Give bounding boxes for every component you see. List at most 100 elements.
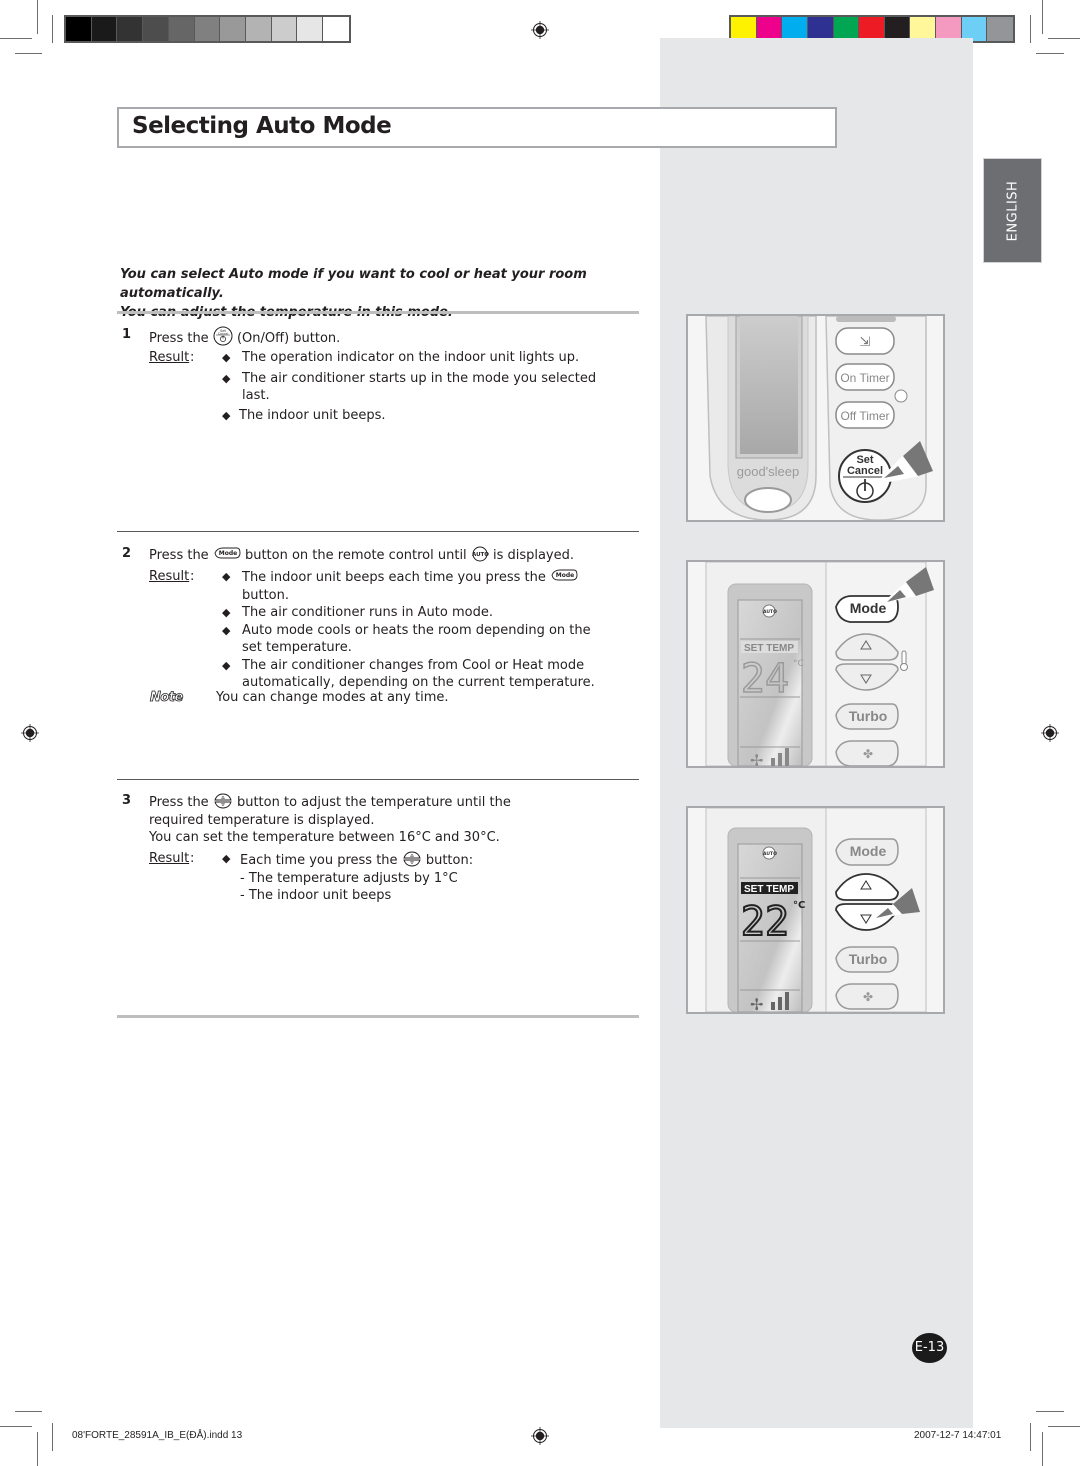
color-swatch [323,17,349,41]
result-item: ◆ Each time you press the button: [222,851,474,868]
crop-mark [0,38,32,39]
language-tab[interactable]: ENGLISH [983,158,1042,263]
grayscale-color-bar [64,15,351,43]
registration-mark-icon [1041,724,1059,742]
step-3: 3 Press the button to adjust the tempera… [120,792,640,912]
crop-mark [1048,1426,1080,1427]
temperature-up-down-icon [214,793,232,809]
crop-mark [15,1411,42,1412]
registration-mark-icon [21,724,39,742]
svg-text:AUTO: AUTO [763,609,777,615]
remote-illustration-power: good'sleep ⇲ On Timer Off Timer Set Canc… [686,314,945,522]
instruction-text: (On/Off) button. [236,331,341,346]
registration-mark-icon [531,1427,549,1445]
color-swatch [220,17,247,41]
crop-mark [1036,53,1064,54]
result-item: ◆ The air conditioner changes from Cool o… [222,657,595,691]
svg-text:Cancel: Cancel [847,465,883,477]
remote-control-image: AUTO SET TEMP 22 °C ✢ Mode Turbo ✤ [688,808,943,1012]
svg-text:Turbo: Turbo [849,951,888,967]
step-number: 2 [122,546,132,561]
step-instruction: Press the Mode button on the remote cont… [149,545,639,565]
temperature-range-text: You can set the temperature between 16°C… [149,830,500,845]
mode-button-icon: Mode [551,569,578,581]
result-list: ◆ The operation indicator on the indoor u… [222,349,622,424]
temperature-display: 24 [741,656,789,702]
remote-illustration-mode: AUTO SET TEMP 24 °C ✢ Mode Turbo ✤ [686,560,945,768]
color-swatch [117,17,144,41]
auto-mode-icon: AUTO [472,546,489,562]
crop-mark [37,0,38,34]
crop-mark [0,1426,32,1427]
svg-text:✢: ✢ [750,751,763,766]
color-swatch [297,17,324,41]
result-item: ◆ The indoor unit beeps each time you pre… [222,568,612,604]
result-list: ◆ Each time you press the button: - The t… [222,850,622,905]
svg-text:⇲: ⇲ [860,335,871,350]
note-label: Note [150,690,184,706]
step-number: 1 [122,327,132,342]
remote-control-image: AUTO SET TEMP 24 °C ✢ Mode Turbo ✤ [688,562,943,766]
instruction-text: is displayed. [492,548,575,563]
result-item: ◆ The air conditioner starts up in the mo… [222,370,597,404]
color-swatch [194,17,221,41]
instruction-text: Press the [149,331,209,346]
crop-mark [1030,15,1031,43]
result-item: ◆ The indoor unit beeps. [222,407,386,423]
color-swatch [91,17,118,41]
intro-line: You can select Auto mode if you want to … [120,267,587,301]
title-box: Selecting Auto Mode [117,107,837,148]
remote-illustration-temperature: AUTO SET TEMP 22 °C ✢ Mode Turbo ✤ [686,806,945,1014]
temperature-up-down-icon [403,851,421,867]
color-swatch [246,17,272,41]
result-label: Result [149,851,190,866]
crop-mark [1042,0,1043,34]
crop-mark [1036,1411,1064,1412]
step-1: 1 Press the Set Cancel (On/Off) button. … [120,326,640,423]
svg-text:Turbo: Turbo [849,708,888,724]
section-divider [117,531,639,532]
svg-text:✤: ✤ [863,990,873,1004]
result-item: ◆ Auto mode cools or heats the room depen… [222,622,591,656]
result-item: ◆ The air conditioner runs in Auto mode. [222,605,493,620]
svg-text:Cancel: Cancel [218,332,228,336]
crop-mark [1048,38,1080,39]
page-title: Selecting Auto Mode [132,113,392,139]
section-divider [117,779,639,780]
svg-text:Mode: Mode [219,550,237,557]
svg-text:AUTO: AUTO [763,851,777,857]
crop-mark [1042,1432,1043,1466]
color-swatch [66,17,92,41]
footer-filename: 08'FORTE_28591A_IB_E(ÐÅ).indd 13 [72,1430,243,1441]
crop-mark [52,15,53,43]
footer-timestamp: 2007-12-7 14:47:01 [914,1430,1002,1441]
svg-text:°C: °C [793,659,804,669]
crop-mark [15,53,42,54]
section-divider [117,1015,639,1018]
instruction-text: Press the [149,795,209,810]
result-label: Result [149,569,190,584]
result-list: ◆ The indoor unit beeps each time you pre… [222,568,612,692]
svg-text:On Timer: On Timer [840,371,889,385]
step-number: 3 [122,793,132,808]
color-swatch [271,17,298,41]
step-instruction: Press the Set Cancel (On/Off) button. [149,326,639,348]
svg-text:✢: ✢ [750,995,763,1012]
section-divider [117,311,639,314]
instruction-text: button on the remote control until [244,548,467,563]
sub-result-item: - The indoor unit beeps [240,888,392,903]
color-swatch [143,17,169,41]
svg-text:SET TEMP: SET TEMP [744,884,794,895]
instruction-text: Press the [149,548,209,563]
note-text: You can change modes at any time. [216,690,449,705]
svg-text:AUTO: AUTO [472,552,489,558]
sub-result-item: - The temperature adjusts by 1°C [240,870,458,886]
registration-mark-icon [531,21,549,39]
step-instruction: Press the button to adjust the temperatu… [149,792,569,847]
svg-text:SET TEMP: SET TEMP [744,643,794,654]
language-tab-label: ENGLISH [1005,180,1020,241]
mode-button-icon: Mode [214,547,241,559]
svg-text:Mode: Mode [556,572,574,579]
crop-mark [1030,1423,1031,1451]
brand-label: good'sleep [737,464,799,479]
